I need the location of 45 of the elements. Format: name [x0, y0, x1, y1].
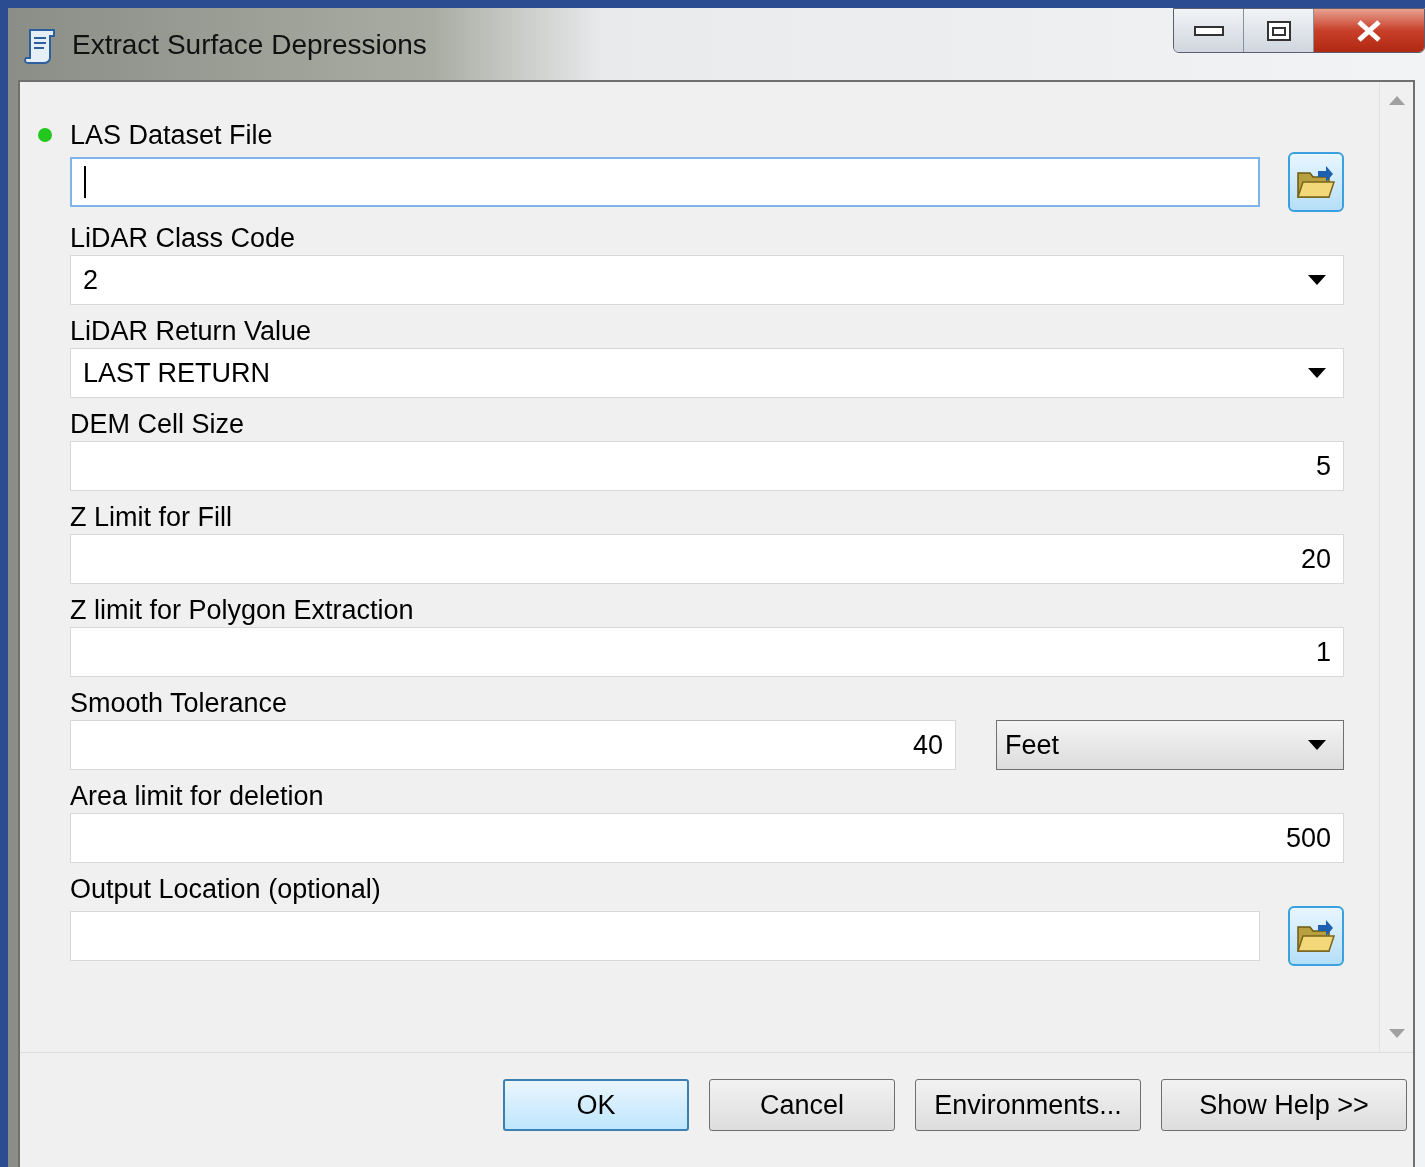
parameter-label: LiDAR Return Value [70, 315, 312, 348]
dropdown-caret-icon [1307, 739, 1327, 751]
text-field[interactable]: 500 [70, 813, 1344, 863]
field-value: LAST RETURN [83, 356, 271, 390]
close-icon [1356, 19, 1382, 42]
parameter-label: DEM Cell Size [70, 408, 245, 441]
dialog-button[interactable]: Show Help >> [1161, 1079, 1407, 1131]
dropdown-caret-icon [1307, 274, 1327, 286]
text-cursor [84, 166, 86, 198]
scroll-up-icon [1388, 96, 1405, 105]
text-field[interactable]: 5 [70, 441, 1344, 491]
parameter-label: LiDAR Class Code [70, 222, 296, 255]
field-value: 5 [1315, 449, 1331, 483]
text-field[interactable]: 1 [70, 627, 1344, 677]
maximize-button[interactable] [1244, 9, 1314, 52]
dialog-button[interactable]: Cancel [709, 1079, 895, 1131]
parameter-label: Area limit for deletion [70, 780, 324, 813]
field-value: 2 [83, 263, 99, 297]
dialog-button[interactable]: OK [503, 1079, 689, 1131]
text-field[interactable] [70, 911, 1260, 961]
text-field[interactable] [70, 157, 1260, 207]
dialog-button[interactable]: Environments... [915, 1079, 1141, 1131]
dropdown-caret-icon [1307, 367, 1327, 379]
text-field[interactable]: 20 [70, 534, 1344, 584]
field-value: 20 [1300, 542, 1331, 576]
browse-button[interactable] [1288, 152, 1344, 212]
field-value: 1 [1315, 635, 1331, 669]
parameter-label: Smooth Tolerance [70, 687, 288, 720]
field-value: 500 [1285, 821, 1331, 855]
scroll-down-icon [1388, 1029, 1405, 1038]
dropdown-field[interactable]: 2 [70, 255, 1344, 305]
parameter-label: Z Limit for Fill [70, 501, 232, 534]
window-title: Extract Surface Depressions [72, 28, 427, 62]
field-value: 40 [912, 728, 943, 762]
unit-dropdown[interactable]: Feet [996, 720, 1344, 770]
maximize-icon [1265, 19, 1292, 42]
parameter-label: LAS Dataset File [70, 119, 273, 152]
text-field[interactable]: 40 [70, 720, 956, 770]
browse-button[interactable] [1288, 906, 1344, 966]
minimize-icon [1193, 25, 1224, 36]
minimize-button[interactable] [1174, 9, 1244, 52]
close-button[interactable] [1314, 9, 1424, 52]
parameter-label: Output Location (optional) [70, 873, 381, 906]
parameter-label: Z limit for Polygon Extraction [70, 594, 414, 627]
dropdown-field[interactable]: LAST RETURN [70, 348, 1344, 398]
